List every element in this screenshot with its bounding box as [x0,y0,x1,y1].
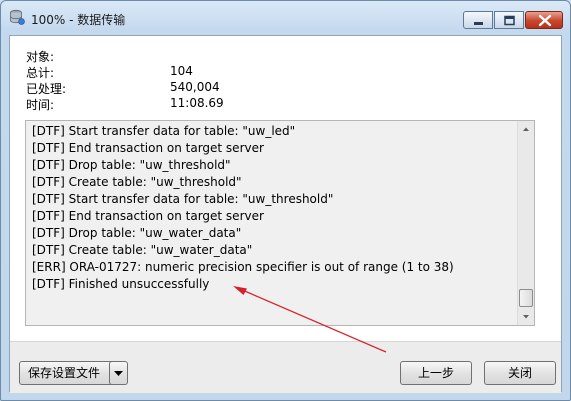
title-bar[interactable]: 100% - 数据传输 [1,1,570,35]
button-bar: 保存设置文件 上一步 关闭 [10,341,561,393]
log-panel[interactable]: [DTF] Start transfer data for table: "uw… [25,120,535,326]
maximize-button[interactable] [494,11,524,29]
close-icon [538,14,552,27]
log-line: [DTF] Finished unsuccessfully [32,277,210,291]
maximize-icon [504,15,515,26]
log-line: [DTF] Start transfer data for table: "uw… [32,124,296,138]
log-line: [DTF] Create table: "uw_threshold" [32,175,242,189]
log-line: [DTF] Create table: "uw_water_data" [32,243,253,257]
log-line: [DTF] Drop table: "uw_water_data" [32,226,242,240]
save-settings-button[interactable]: 保存设置文件 [19,361,117,385]
time-value: 11:08.69 [170,96,224,110]
log-line: [DTF] Drop table: "uw_threshold" [32,158,231,172]
total-label: 总计: [26,66,55,80]
close-window-button[interactable] [525,11,563,29]
window-title: 100% - 数据传输 [31,13,126,27]
scroll-down-button[interactable] [518,308,534,325]
log-line: [DTF] Start transfer data for table: "uw… [32,192,334,206]
save-settings-dropdown[interactable] [109,361,128,385]
scroll-thumb[interactable] [519,289,533,307]
log-line-error: [ERR] ORA-01727: numeric precision speci… [32,260,454,274]
log-scrollbar[interactable] [517,121,534,325]
object-label: 对象: [26,50,55,64]
scroll-up-button[interactable] [518,121,534,138]
chevron-down-icon [523,315,529,319]
caret-down-icon [114,371,123,376]
database-icon [9,9,25,25]
minimize-icon [474,22,483,25]
previous-button[interactable]: 上一步 [400,361,472,385]
minimize-button[interactable] [463,11,493,29]
dialog-body: 对象: 总计: 104 已处理: 540,004 时间: 11:08.69 [D… [9,35,562,393]
chevron-up-icon [523,127,529,131]
processed-value: 540,004 [170,80,220,94]
log-line: [DTF] End transaction on target server [32,141,264,155]
log-line: [DTF] End transaction on target server [32,209,264,223]
processed-label: 已处理: [26,82,67,96]
time-label: 时间: [26,98,55,112]
total-value: 104 [170,64,193,78]
transfer-window: 100% - 数据传输 对象: 总计: 104 已处理: 540,004 时间:… [0,0,571,401]
close-button[interactable]: 关闭 [484,361,556,385]
